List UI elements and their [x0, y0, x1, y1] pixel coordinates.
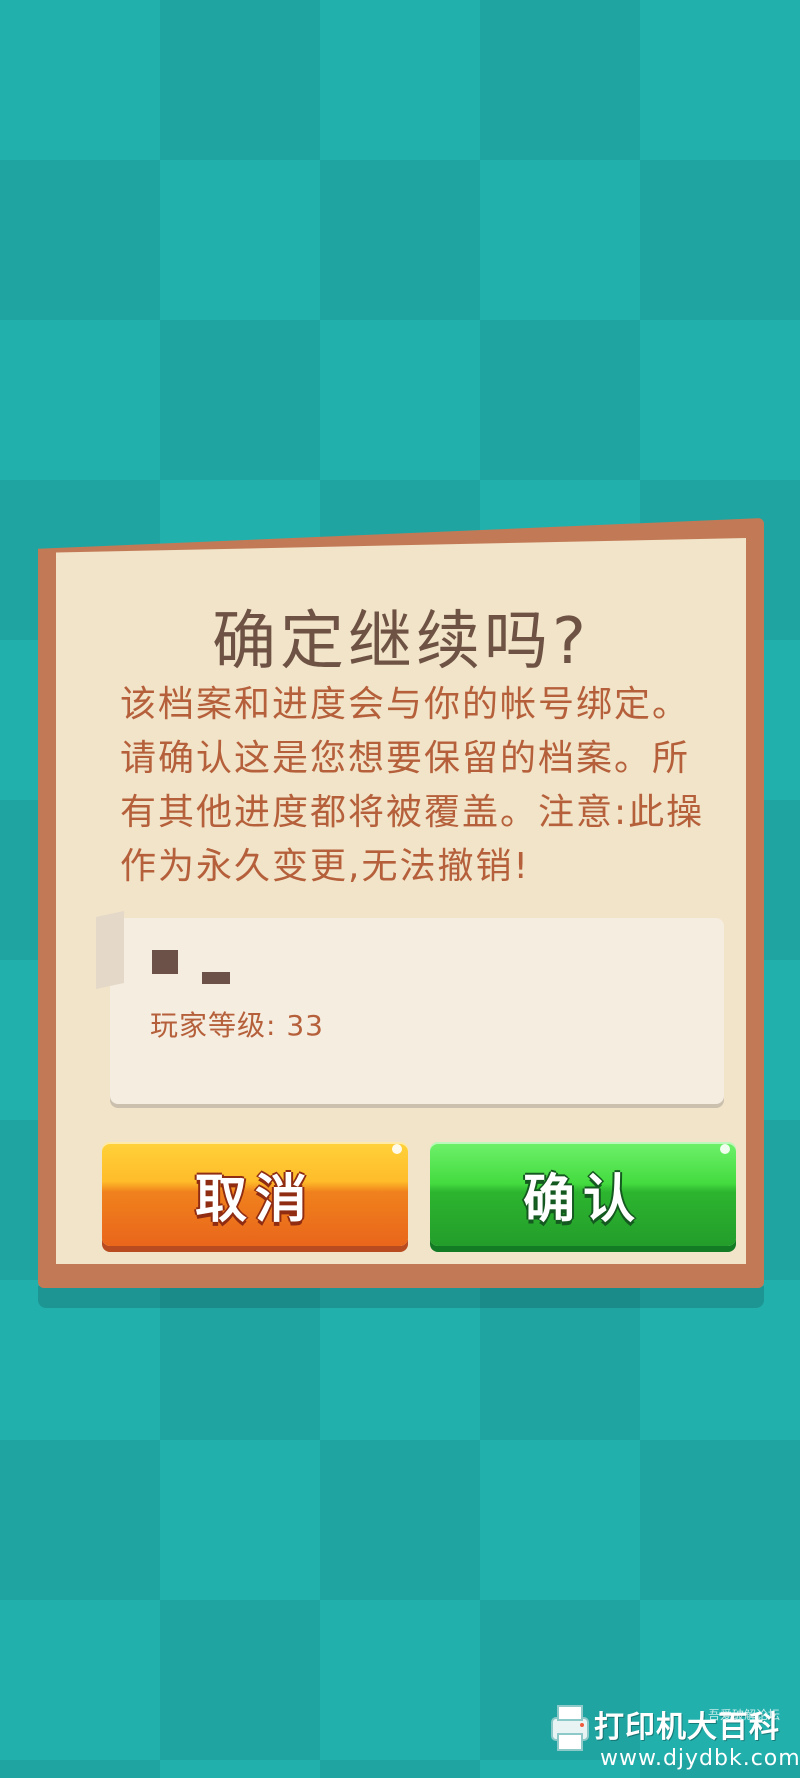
- player-level: 玩家等级: 33: [150, 1004, 324, 1044]
- sparkle-icon: [392, 1144, 402, 1154]
- confirm-dialog: 确定继续吗? 该档案和进度会与你的帐号绑定。请确认这是您想要保留的档案。所有其他…: [38, 518, 764, 1288]
- dialog-message: 该档案和进度会与你的帐号绑定。请确认这是您想要保留的档案。所有其他进度都将被覆盖…: [120, 684, 705, 887]
- watermark: 打印机大百科 吾爱破解论坛 www.djydbk.com: [548, 1700, 800, 1772]
- player-level-value: 33: [286, 1009, 324, 1042]
- confirm-button[interactable]: 确认: [430, 1142, 736, 1246]
- cancel-button[interactable]: 取消: [102, 1142, 408, 1246]
- sparkle-icon: [720, 1144, 730, 1154]
- cancel-button-label: 取消: [194, 1169, 315, 1230]
- dialog-title: 确定继续吗?: [212, 605, 590, 679]
- redacted-name-block: [152, 950, 178, 974]
- dialog-panel: 确定继续吗? 该档案和进度会与你的帐号绑定。请确认这是您想要保留的档案。所有其他…: [56, 538, 746, 1264]
- save-card-corner-icon: [96, 911, 124, 989]
- watermark-subtitle: 吾爱破解论坛: [708, 1708, 781, 1722]
- dialog-shadow: [38, 1286, 764, 1308]
- save-file-card[interactable]: 玩家等级: 33: [96, 911, 724, 1104]
- player-level-label: 玩家等级:: [150, 1009, 277, 1042]
- redacted-name-dash: [202, 972, 230, 984]
- confirm-button-label: 确认: [522, 1169, 643, 1230]
- printer-logo-icon: [551, 1705, 589, 1751]
- watermark-url: www.djydbk.com: [600, 1746, 800, 1771]
